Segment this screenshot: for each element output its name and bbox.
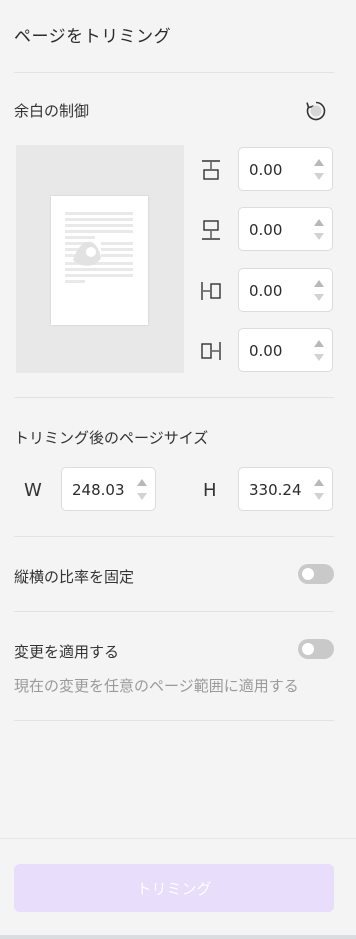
margin-control-label: 余白の制御: [14, 102, 90, 120]
decrement-button[interactable]: [137, 493, 147, 500]
margin-left-field[interactable]: 0.00: [238, 268, 333, 312]
page-preview: [16, 145, 184, 373]
divider: [14, 72, 334, 73]
reset-margins-button[interactable]: [303, 98, 329, 124]
margin-bottom-icon: [198, 217, 224, 243]
increment-button[interactable]: [314, 159, 324, 166]
trim-button-label: トリミング: [136, 879, 212, 898]
margin-right-stepper: [314, 338, 326, 364]
decrement-button[interactable]: [314, 493, 324, 500]
margin-top-stepper: [314, 157, 326, 183]
height-field[interactable]: 330.24: [238, 467, 333, 511]
increment-button[interactable]: [314, 280, 324, 287]
margin-left-value[interactable]: 0.00: [249, 282, 282, 300]
page-size-label: トリミング後のページサイズ: [14, 429, 209, 447]
increment-button[interactable]: [314, 479, 324, 486]
height-stepper: [314, 477, 326, 503]
margin-right-value[interactable]: 0.00: [249, 342, 282, 360]
trim-button[interactable]: トリミング: [14, 864, 334, 912]
divider: [14, 397, 334, 398]
page-content-illustration: [65, 212, 133, 283]
aspect-ratio-label: 縦横の比率を固定: [14, 568, 135, 586]
decrement-button[interactable]: [314, 354, 324, 361]
apply-changes-label: 変更を適用する: [14, 643, 120, 661]
width-stepper: [137, 477, 149, 503]
divider: [14, 536, 334, 537]
toggle-knob: [302, 643, 314, 655]
bottom-border: [0, 935, 356, 939]
reset-icon: [306, 101, 326, 121]
width-field[interactable]: 248.03: [61, 467, 156, 511]
panel-title: ページをトリミング: [14, 27, 172, 47]
height-label: H: [203, 480, 217, 501]
decrement-button[interactable]: [314, 294, 324, 301]
increment-button[interactable]: [314, 340, 324, 347]
apply-changes-toggle[interactable]: [298, 639, 334, 659]
margin-top-field[interactable]: 0.00: [238, 147, 333, 191]
page-thumbnail: [51, 196, 148, 325]
margin-bottom-stepper: [314, 217, 326, 243]
increment-button[interactable]: [314, 219, 324, 226]
toggle-knob: [302, 568, 314, 580]
width-label: W: [24, 480, 42, 501]
decrement-button[interactable]: [314, 233, 324, 240]
aspect-ratio-toggle[interactable]: [298, 564, 334, 584]
margin-bottom-value[interactable]: 0.00: [249, 221, 282, 239]
margin-left-icon: [198, 278, 224, 304]
height-value[interactable]: 330.24: [249, 481, 302, 499]
decrement-button[interactable]: [314, 173, 324, 180]
divider: [14, 720, 334, 721]
margin-top-value[interactable]: 0.00: [249, 161, 282, 179]
increment-button[interactable]: [137, 479, 147, 486]
margin-top-icon: [198, 157, 224, 183]
width-value[interactable]: 248.03: [72, 481, 125, 499]
margin-left-stepper: [314, 278, 326, 304]
margin-right-field[interactable]: 0.00: [238, 328, 333, 372]
trim-page-panel: ページをトリミング 余白の制御 0.00 0.00 0.00 0.00 トリミン…: [0, 0, 356, 939]
divider: [14, 611, 334, 612]
margin-bottom-field[interactable]: 0.00: [238, 207, 333, 251]
footer-divider: [0, 838, 356, 839]
margin-right-icon: [198, 338, 224, 364]
apply-changes-description: 現在の変更を任意のページ範囲に適用する: [14, 677, 299, 695]
